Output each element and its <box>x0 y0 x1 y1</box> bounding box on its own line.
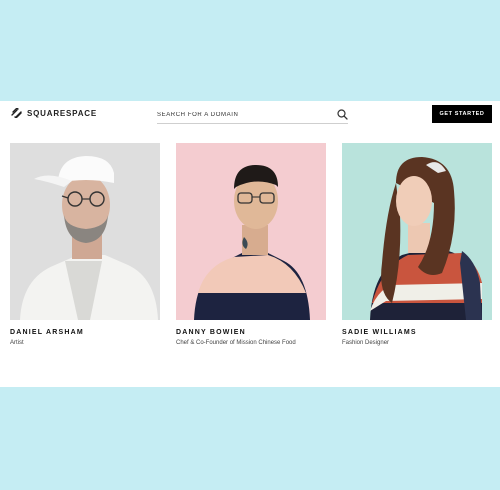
person-name: SADIE WILLIAMS <box>342 329 417 336</box>
person-photo[interactable] <box>342 143 492 320</box>
person-name: DANIEL ARSHAM <box>10 329 84 336</box>
person-photo[interactable] <box>176 143 326 320</box>
person-photo[interactable] <box>10 143 160 320</box>
top-bar: SQUARESPACE GET STARTED <box>0 101 500 131</box>
squarespace-logo-icon <box>11 108 22 118</box>
person-name: DANNY BOWIEN <box>176 329 246 336</box>
get-started-button[interactable]: GET STARTED <box>432 105 492 123</box>
person-card[interactable]: SADIE WILLIAMS Fashion Designer <box>342 143 492 346</box>
content-panel: SQUARESPACE GET STARTED <box>0 101 500 387</box>
brand-logo[interactable]: SQUARESPACE <box>11 108 97 118</box>
person-card[interactable]: DANIEL ARSHAM Artist <box>10 143 160 346</box>
domain-search-input[interactable] <box>157 109 327 121</box>
person-role: Fashion Designer <box>342 340 390 346</box>
portrait-image <box>10 143 160 320</box>
person-role: Chef & Co-Founder of Mission Chinese Foo… <box>176 340 296 346</box>
portrait-image <box>176 143 326 320</box>
person-card[interactable]: DANNY BOWIEN Chef & Co-Founder of Missio… <box>176 143 326 346</box>
brand-name: SQUARESPACE <box>27 108 97 118</box>
domain-search <box>157 108 348 124</box>
portrait-image <box>342 143 492 320</box>
person-role: Artist <box>10 340 24 346</box>
search-icon[interactable] <box>337 109 348 120</box>
